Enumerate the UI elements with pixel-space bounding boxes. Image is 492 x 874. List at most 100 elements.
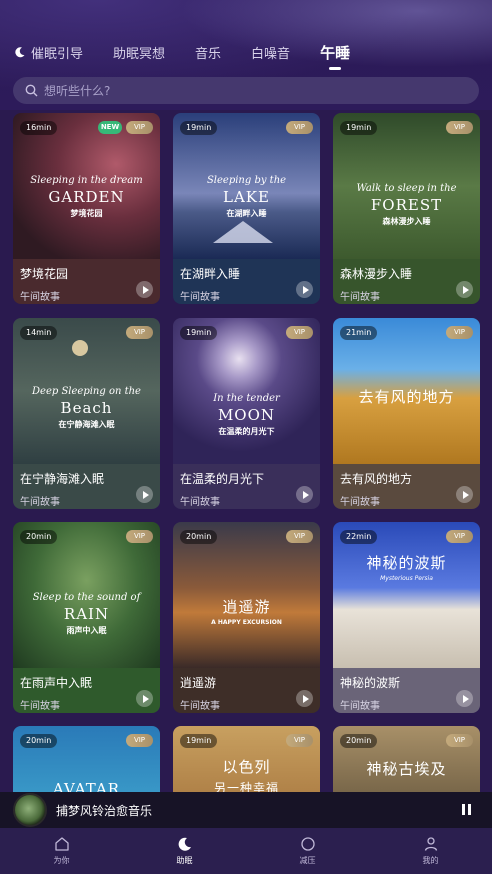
tabbar-label: 减压 xyxy=(299,856,316,865)
duration-badge: 22min xyxy=(340,530,378,544)
vip-badge: VIP xyxy=(126,326,153,339)
duration-badge: 20min xyxy=(20,734,58,748)
duration-badge: 19min xyxy=(180,734,218,748)
duration-badge: 20min xyxy=(340,734,378,748)
search-bar[interactable] xyxy=(13,77,479,104)
tabbar-label: 为你 xyxy=(53,856,70,865)
card-moon[interactable]: In the tender MOON 在温柔的月光下 在温柔的月光下 午间故事 19… xyxy=(173,318,320,509)
card-windy-place[interactable]: 去有风的地方 去有风的地方 午间故事 21min VIP xyxy=(333,318,480,509)
card-title: 梦境花园 xyxy=(20,267,69,281)
pause-icon[interactable] xyxy=(462,804,471,815)
duration-badge: 19min xyxy=(180,326,218,340)
tab-white-noise[interactable]: 白噪音 xyxy=(251,40,290,64)
card-rain[interactable]: Sleep to the sound of RAIN 雨声中入眠 在雨声中入眠 午间… xyxy=(13,522,160,713)
cover-text: 逍遥游 A HAPPY EXCURSION xyxy=(211,598,282,626)
card-title: 神秘的波斯 xyxy=(340,676,401,690)
card-subtitle: 午间故事 xyxy=(340,292,380,303)
card-info: 神秘的波斯 午间故事 xyxy=(333,668,480,713)
play-icon[interactable] xyxy=(296,281,313,298)
card-title: 在宁静海滩入眠 xyxy=(20,472,105,486)
search-input[interactable] xyxy=(44,83,444,98)
vip-badge: VIP xyxy=(446,326,473,339)
bottom-tab-bar: 为你 助眠 减压 我的 xyxy=(0,828,492,874)
play-icon[interactable] xyxy=(136,690,153,707)
vip-badge: VIP xyxy=(286,326,313,339)
duration-badge: 20min xyxy=(180,530,218,544)
card-beach[interactable]: Deep Sleeping on the Beach 在宁静海滩入眠 在宁静海滩入眠… xyxy=(13,318,160,509)
cover-text: Walk to sleep in the FOREST 森林漫步入睡 xyxy=(356,183,457,226)
tabbar-for-you[interactable]: 为你 xyxy=(0,828,123,874)
active-tab-indicator xyxy=(329,67,342,70)
circle-icon xyxy=(300,837,315,851)
tabbar-sleep[interactable]: 助眠 xyxy=(123,828,246,874)
card-info: 梦境花园 午间故事 xyxy=(13,259,160,304)
vip-badge: VIP xyxy=(126,121,153,134)
cover-text: 以色列 另一种幸福 xyxy=(213,758,279,795)
play-icon[interactable] xyxy=(456,690,473,707)
tabbar-label: 我的 xyxy=(422,856,439,865)
cover-text: 去有风的地方 xyxy=(358,388,455,406)
vip-badge: VIP xyxy=(286,121,313,134)
tab-hypnosis[interactable]: 催眠引导 xyxy=(14,40,83,64)
cover-text: Deep Sleeping on the Beach 在宁静海滩入眠 xyxy=(32,386,141,429)
search-icon xyxy=(25,84,38,97)
vip-badge: VIP xyxy=(286,734,313,747)
cover-text: 神秘的波斯 Mysterious Persia xyxy=(366,554,447,582)
user-icon xyxy=(424,837,437,851)
card-title: 去有风的地方 xyxy=(340,472,413,486)
duration-badge: 19min xyxy=(180,121,218,135)
card-title: 在湖畔入睡 xyxy=(180,267,241,281)
moon-icon xyxy=(178,837,191,851)
tab-label: 白噪音 xyxy=(251,46,291,62)
tabbar-relax[interactable]: 减压 xyxy=(246,828,369,874)
player-title: 捕梦风铃治愈音乐 xyxy=(56,803,153,818)
player-cover xyxy=(13,793,47,827)
moon-illustration xyxy=(72,340,88,356)
tab-label: 音乐 xyxy=(195,46,222,62)
duration-badge: 14min xyxy=(20,326,58,340)
tab-label: 助眠冥想 xyxy=(113,46,166,62)
tab-label: 午睡 xyxy=(320,43,351,62)
vip-badge: VIP xyxy=(446,734,473,747)
card-lake[interactable]: Sleeping by the LAKE 在湖畔入睡 在湖畔入睡 午间故事 19mi… xyxy=(173,113,320,304)
card-info: 在雨声中入眠 午间故事 xyxy=(13,668,160,713)
play-icon[interactable] xyxy=(136,486,153,503)
card-info: 去有风的地方 午间故事 xyxy=(333,464,480,509)
play-icon[interactable] xyxy=(456,281,473,298)
duration-badge: 16min xyxy=(20,121,58,135)
card-persia[interactable]: 神秘的波斯 Mysterious Persia 神秘的波斯 午间故事 22min … xyxy=(333,522,480,713)
tab-nap[interactable]: 午睡 xyxy=(320,40,351,70)
card-subtitle: 午间故事 xyxy=(340,497,380,508)
card-info: 森林漫步入睡 午间故事 xyxy=(333,259,480,304)
cover-text: In the tender MOON 在温柔的月光下 xyxy=(213,393,280,436)
cover-text: 神秘古埃及 xyxy=(366,760,447,778)
duration-badge: 21min xyxy=(340,326,378,340)
tab-label: 催眠引导 xyxy=(31,46,84,62)
card-info: 在温柔的月光下 午间故事 xyxy=(173,464,320,509)
mini-player[interactable]: 捕梦风铃治愈音乐 xyxy=(0,792,492,828)
tabbar-me[interactable]: 我的 xyxy=(369,828,492,874)
vip-badge: VIP xyxy=(286,530,313,543)
card-info: 逍遥游 午间故事 xyxy=(173,668,320,713)
duration-badge: 20min xyxy=(20,530,58,544)
cover-text: Sleeping by the LAKE 在湖畔入睡 xyxy=(206,175,287,218)
card-subtitle: 午间故事 xyxy=(340,701,380,712)
vip-badge: VIP xyxy=(446,121,473,134)
card-info: 在宁静海滩入眠 午间故事 xyxy=(13,464,160,509)
card-subtitle: 午间故事 xyxy=(20,292,60,303)
play-icon[interactable] xyxy=(456,486,473,503)
tab-meditation[interactable]: 助眠冥想 xyxy=(113,40,165,64)
play-icon[interactable] xyxy=(296,486,313,503)
play-icon[interactable] xyxy=(136,281,153,298)
vip-badge: VIP xyxy=(126,734,153,747)
card-happy-excursion[interactable]: 逍遥游 A HAPPY EXCURSION 逍遥游 午间故事 20min VIP xyxy=(173,522,320,713)
card-forest[interactable]: Walk to sleep in the FOREST 森林漫步入睡 森林漫步入睡 … xyxy=(333,113,480,304)
card-subtitle: 午间故事 xyxy=(20,701,60,712)
card-info: 在湖畔入睡 午间故事 xyxy=(173,259,320,304)
play-icon[interactable] xyxy=(296,690,313,707)
tab-music[interactable]: 音乐 xyxy=(195,40,221,64)
card-dream-garden[interactable]: Sleeping in the dream GARDEN 梦境花园 梦境花园 午间故… xyxy=(13,113,160,304)
card-title: 森林漫步入睡 xyxy=(340,267,413,281)
cover-text: Sleep to the sound of RAIN 雨声中入眠 xyxy=(32,592,141,635)
vip-badge: VIP xyxy=(126,530,153,543)
